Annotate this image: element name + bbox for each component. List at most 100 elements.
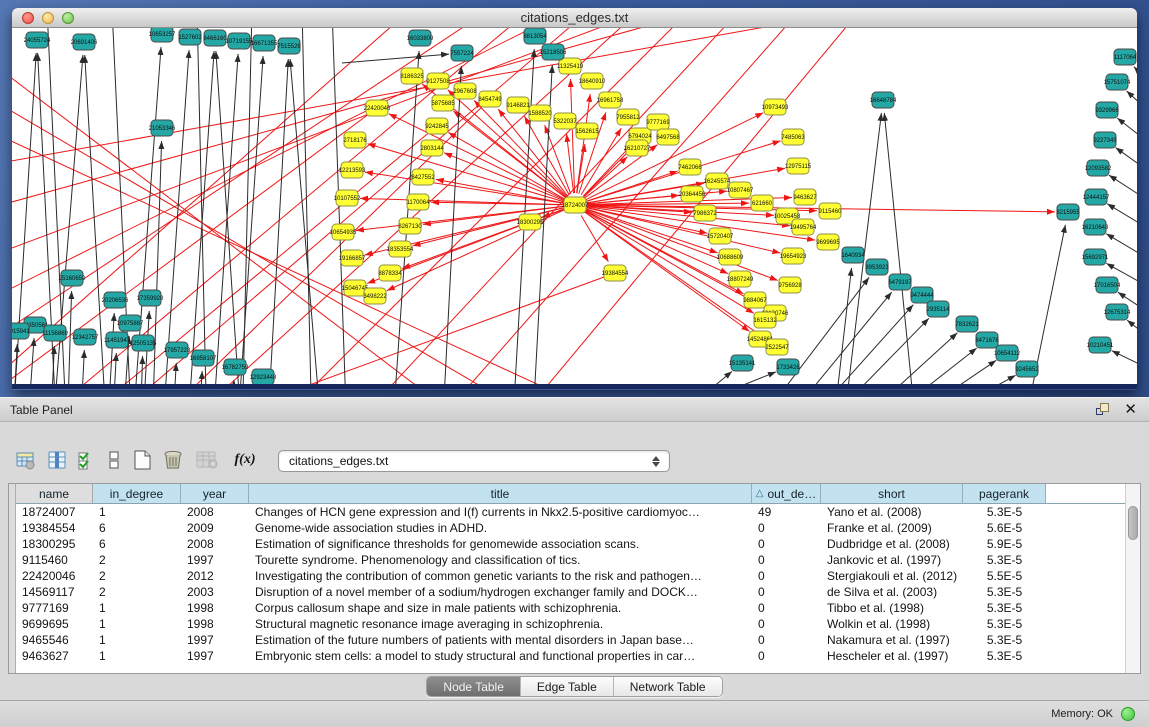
column-header-in_degree[interactable]: in_degree xyxy=(93,484,181,504)
vertical-scrollbar[interactable] xyxy=(1125,484,1140,673)
graph-node[interactable]: 8427552 xyxy=(411,169,435,185)
graph-node[interactable]: 11451947 xyxy=(104,332,131,348)
graph-node[interactable]: 8466160 xyxy=(203,30,227,46)
float-window-icon[interactable] xyxy=(1096,403,1110,416)
graph-node[interactable]: 12675314 xyxy=(1104,304,1131,320)
function-builder-icon[interactable]: f(x) xyxy=(225,452,265,468)
row-selection-icon[interactable] xyxy=(72,451,101,470)
table-settings-icon[interactable] xyxy=(8,451,42,470)
graph-node[interactable]: 10107552 xyxy=(334,190,361,206)
graph-node[interactable]: 8215955 xyxy=(1056,204,1080,220)
graph-node[interactable]: 12444157 xyxy=(1083,189,1110,205)
graph-node[interactable]: 9699695 xyxy=(816,234,840,250)
graph-node[interactable]: 19654923 xyxy=(780,248,807,264)
column-header-out_de[interactable]: △out_de… xyxy=(752,484,821,504)
graph-node[interactable]: 16782759 xyxy=(222,359,249,375)
column-header-name[interactable]: name xyxy=(16,484,93,504)
graph-node[interactable]: 16033809 xyxy=(407,30,434,46)
table-row[interactable]: 1456911722003Disruption of a novel membe… xyxy=(16,584,1046,600)
graph-node[interactable]: 12923448 xyxy=(250,369,277,384)
graph-node[interactable]: 9884067 xyxy=(743,292,767,308)
graph-node[interactable]: 25160650 xyxy=(59,270,86,286)
graph-node[interactable]: 10973493 xyxy=(762,99,789,115)
graph-node[interactable]: 18724007 xyxy=(562,197,589,213)
graph-node[interactable]: 1640934 xyxy=(841,247,865,263)
minimize-button[interactable] xyxy=(42,12,54,24)
graph-node[interactable]: 3915941 xyxy=(12,323,30,339)
table-row[interactable]: 969969511998Structural magnetic resonanc… xyxy=(16,616,1046,632)
graph-node[interactable]: 8267130 xyxy=(398,218,422,234)
graph-node[interactable]: 2718176 xyxy=(343,132,367,148)
tab-edge-table[interactable]: Edge Table xyxy=(521,677,614,696)
graph-node[interactable]: 9146821 xyxy=(506,97,530,113)
close-button[interactable] xyxy=(22,12,34,24)
graph-node[interactable]: 16245574 xyxy=(704,173,731,189)
graph-node[interactable]: 7462066 xyxy=(678,159,702,175)
graph-node[interactable]: 5322037 xyxy=(553,113,577,129)
delete-table-icon[interactable] xyxy=(189,451,225,469)
column-header-short[interactable]: short xyxy=(821,484,963,504)
graph-node[interactable]: 5875685 xyxy=(431,95,455,111)
graph-node[interactable]: 16648784 xyxy=(870,92,897,108)
table-mode-icon[interactable] xyxy=(101,451,127,469)
table-row[interactable]: 977716911998Corpus callosum shape and si… xyxy=(16,600,1046,616)
graph-node[interactable]: 24055724 xyxy=(24,32,51,48)
graph-node[interactable]: 6479197 xyxy=(888,274,912,290)
graph-node[interactable]: 1170064 xyxy=(407,194,431,210)
graph-node[interactable]: 12093582 xyxy=(1085,160,1112,176)
graph-node[interactable]: 7515526 xyxy=(277,38,301,54)
graph-node[interactable]: 21053346 xyxy=(149,120,176,136)
delete-column-icon[interactable] xyxy=(157,450,189,470)
graph-node[interactable]: 17016504 xyxy=(1094,277,1121,293)
graph-node[interactable]: 16210727 xyxy=(624,140,651,156)
graph-node[interactable]: 19384554 xyxy=(602,265,629,281)
zoom-button[interactable] xyxy=(62,12,74,24)
graph-node[interactable]: 6497568 xyxy=(656,129,680,145)
graph-node[interactable]: 17957223 xyxy=(164,342,191,358)
table-source-select[interactable]: citations_edges.txt xyxy=(278,450,670,472)
graph-node[interactable]: 20206536 xyxy=(102,292,129,308)
new-column-icon[interactable] xyxy=(127,450,157,470)
graph-node[interactable]: 16961758 xyxy=(597,92,624,108)
graph-node[interactable]: 9329966 xyxy=(1095,102,1119,118)
graph-node[interactable]: 1562615 xyxy=(575,123,599,139)
graph-node[interactable]: 16958107 xyxy=(190,350,217,366)
graph-node[interactable]: 9127508 xyxy=(426,73,450,89)
table-row[interactable]: 1872400712008Changes of HCN gene express… xyxy=(16,504,1046,520)
graph-node[interactable]: 9756928 xyxy=(778,277,802,293)
graph-node[interactable]: 16210643 xyxy=(1082,219,1109,235)
graph-node[interactable]: 2522547 xyxy=(765,339,789,355)
graph-node[interactable]: 7832621 xyxy=(955,316,979,332)
graph-node[interactable]: 10975887 xyxy=(117,315,144,331)
graph-node[interactable]: 8878334 xyxy=(378,265,402,281)
table-row[interactable]: 1830029562008Estimation of significance … xyxy=(16,536,1046,552)
graph-node[interactable]: 15218506 xyxy=(540,44,567,60)
graph-node[interactable]: 10654935 xyxy=(330,224,357,240)
graph-node[interactable]: 10653257 xyxy=(149,28,176,42)
table-row[interactable]: 1938455462009Genome-wide association stu… xyxy=(16,520,1046,536)
graph-node[interactable]: 10210451 xyxy=(1087,337,1114,353)
graph-node[interactable]: 8953923 xyxy=(865,259,889,275)
graph-node[interactable]: 9245652 xyxy=(1015,361,1039,377)
tab-network-table[interactable]: Network Table xyxy=(614,677,722,696)
table-row[interactable]: 911546021997Tourette syndrome. Phenomeno… xyxy=(16,552,1046,568)
graph-node[interactable]: 15720407 xyxy=(707,228,734,244)
graph-node[interactable]: 1527602 xyxy=(178,29,202,45)
graph-node[interactable]: 8471676 xyxy=(975,332,999,348)
graph-node[interactable]: 1588520 xyxy=(528,105,552,121)
graph-node[interactable]: 12505135 xyxy=(130,335,157,351)
graph-node[interactable]: 11156869 xyxy=(42,325,68,341)
graph-node[interactable]: 2967608 xyxy=(453,83,477,99)
graph-node[interactable]: 8454749 xyxy=(478,91,502,107)
graph-node[interactable]: 7986372 xyxy=(693,205,717,221)
graph-node[interactable]: 17359928 xyxy=(137,290,164,306)
graph-node[interactable]: 19166857 xyxy=(339,250,366,266)
graph-node[interactable]: 1615132 xyxy=(753,312,777,328)
graph-node[interactable]: 18807249 xyxy=(727,271,754,287)
graph-node[interactable]: 15751074 xyxy=(1104,74,1131,90)
graph-node[interactable]: 9463627 xyxy=(793,189,817,205)
graph-node[interactable]: 12975115 xyxy=(785,158,812,174)
table-row[interactable]: 2242004622012Investigating the contribut… xyxy=(16,568,1046,584)
column-header-title[interactable]: title xyxy=(249,484,752,504)
graph-node[interactable]: 10654112 xyxy=(994,345,1021,361)
